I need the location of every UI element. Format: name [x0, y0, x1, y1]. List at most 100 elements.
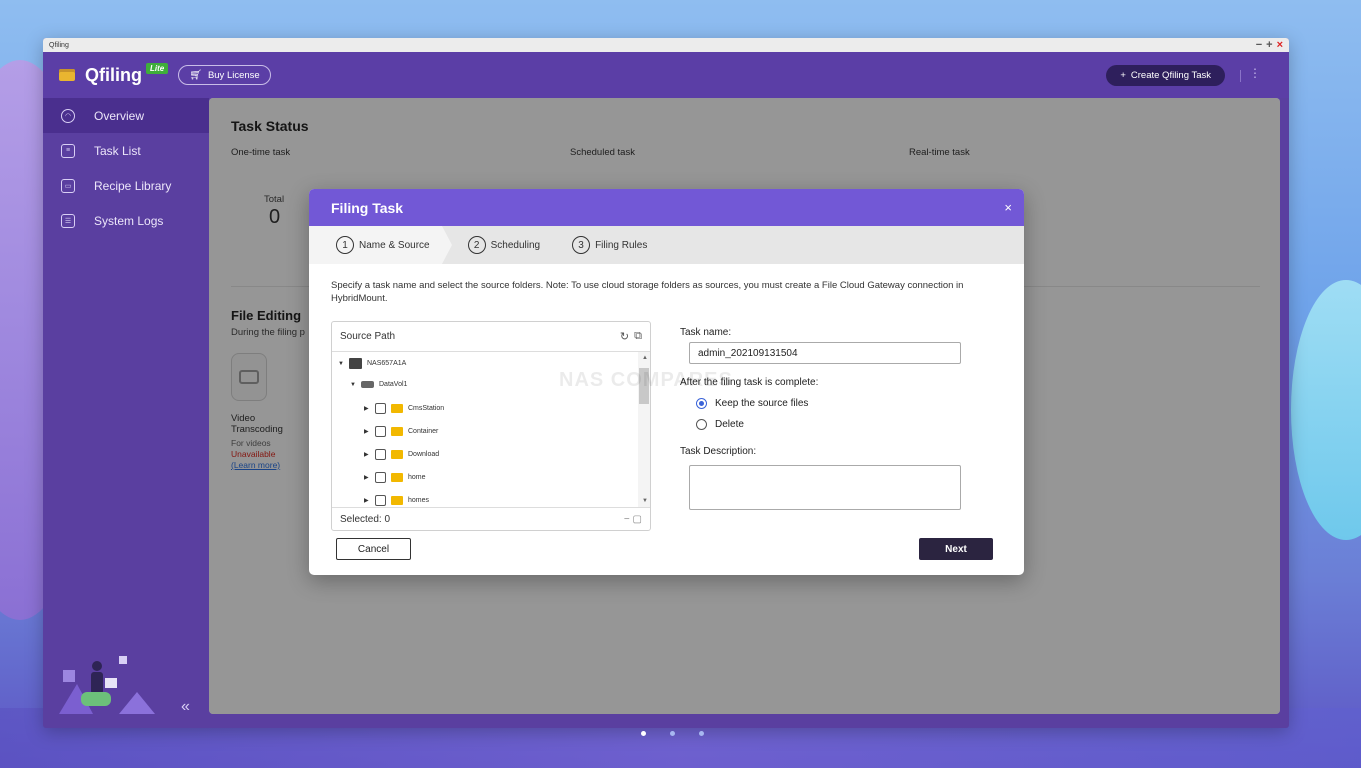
folder-icon [391, 427, 403, 436]
step-label: Scheduling [490, 239, 541, 251]
tree-node-folder[interactable]: ▶ home [364, 472, 426, 483]
filing-task-dialog: Filing Task × 1 Name & Source 2 Scheduli… [309, 189, 1024, 575]
option-label: Delete [715, 419, 744, 430]
dialog-header: Filing Task × [309, 189, 1024, 226]
source-path-panel: Source Path ↻ ⧉ ▼ NAS657A1A ▼ DataVol1 ▶ [331, 321, 651, 531]
collapse-sidebar-icon[interactable]: « [181, 698, 190, 716]
tree-node-volume[interactable]: ▼ DataVol1 [350, 381, 407, 388]
close-icon[interactable]: × [1004, 200, 1012, 215]
folder-checkbox[interactable] [375, 426, 386, 437]
folder-icon [391, 404, 403, 413]
task-name-label: Task name: [680, 327, 732, 338]
scroll-down-icon[interactable]: ▼ [642, 498, 648, 504]
refresh-icon[interactable]: ↻ [620, 330, 629, 343]
title-bar: Qfiling − + × [43, 38, 1289, 52]
caret-right-icon[interactable]: ▶ [364, 497, 370, 504]
plus-icon: + [1120, 70, 1126, 81]
tree-label: home [408, 474, 426, 481]
overview-icon: ◠ [61, 108, 75, 123]
sidebar-item-label: Recipe Library [94, 178, 172, 193]
create-task-button[interactable]: + Create Qfiling Task [1106, 65, 1225, 86]
page-indicator [641, 731, 704, 736]
folder-checkbox[interactable] [375, 449, 386, 460]
kebab-icon[interactable]: ⋮ [1249, 66, 1261, 80]
sidebar-item-task-list[interactable]: ≡ Task List [43, 133, 209, 168]
radio-button[interactable] [696, 398, 707, 409]
folder-checkbox[interactable] [375, 403, 386, 414]
tree-node-nas[interactable]: ▼ NAS657A1A [338, 358, 406, 369]
buy-license-button[interactable]: 🛒︎ Buy License [178, 65, 271, 85]
delete-option[interactable]: Delete [696, 419, 744, 430]
caret-right-icon[interactable]: ▶ [364, 428, 370, 435]
step-scheduling: 2 Scheduling [442, 226, 552, 264]
tree-node-folder[interactable]: ▶ CmsStation [364, 403, 444, 414]
step-filing-rules: 3 Filing Rules [552, 226, 659, 264]
tree-label: homes [408, 497, 430, 504]
sidebar-item-label: System Logs [94, 213, 164, 228]
nas-icon [349, 358, 362, 369]
caret-down-icon[interactable]: ▼ [338, 361, 344, 367]
header-divider [1240, 70, 1241, 82]
step-name-source: 1 Name & Source [309, 226, 452, 264]
caret-right-icon[interactable]: ▶ [364, 474, 370, 481]
sidebar: ◠ Overview ≡ Task List ▭ Recipe Library … [43, 98, 209, 728]
task-list-icon: ≡ [61, 143, 75, 158]
page-dot[interactable] [670, 731, 675, 736]
minimize-icon[interactable]: − [1256, 40, 1262, 51]
folder-icon [391, 473, 403, 482]
radio-button[interactable] [696, 419, 707, 430]
next-button[interactable]: Next [919, 538, 993, 560]
maximize-icon[interactable]: + [1266, 40, 1272, 51]
tree-node-folder[interactable]: ▶ Download [364, 449, 439, 460]
caret-right-icon[interactable]: ▶ [364, 405, 370, 412]
qfiling-logo-icon [59, 69, 75, 81]
tree-label: Download [408, 451, 440, 458]
cancel-button[interactable]: Cancel [336, 538, 411, 560]
tree-label: CmsStation [408, 405, 445, 412]
task-name-input[interactable]: admin_202109131504 [689, 342, 961, 364]
caret-down-icon[interactable]: ▼ [350, 382, 356, 388]
page-dot[interactable] [641, 731, 646, 736]
app-name: Qfiling [85, 64, 142, 85]
background-shape [1291, 280, 1361, 540]
step-number: 3 [572, 236, 591, 254]
tree-label: Container [408, 428, 439, 435]
edition-badge: Lite [146, 62, 169, 74]
recipe-library-icon: ▭ [61, 178, 75, 193]
sidebar-item-overview[interactable]: ◠ Overview [43, 98, 209, 133]
task-description-textarea[interactable] [689, 465, 961, 510]
sidebar-item-label: Task List [94, 143, 141, 158]
create-task-label: Create Qfiling Task [1130, 70, 1211, 81]
watermark: NAS COMPARES [559, 369, 733, 391]
sidebar-item-recipe-library[interactable]: ▭ Recipe Library [43, 168, 209, 203]
scroll-up-icon[interactable]: ▲ [642, 355, 648, 361]
option-label: Keep the source files [715, 398, 809, 409]
folder-checkbox[interactable] [375, 472, 386, 483]
sidebar-item-system-logs[interactable]: ☰ System Logs [43, 203, 209, 238]
window-title: Qfiling [49, 41, 69, 49]
cloud-folder-icon[interactable]: ⧉ [634, 330, 642, 343]
source-path-header: Source Path ↻ ⧉ [332, 322, 650, 352]
select-all-toggle-icon[interactable]: − ▢ [624, 514, 642, 525]
wizard-steps: 1 Name & Source 2 Scheduling 3 Filing Ru… [309, 226, 1024, 264]
dialog-title: Filing Task [331, 199, 404, 216]
system-logs-icon: ☰ [61, 213, 75, 228]
buy-license-label: Buy License [207, 69, 260, 81]
tree-node-folder[interactable]: ▶ Container [364, 426, 438, 437]
sidebar-item-label: Overview [94, 108, 145, 123]
app-header: Qfiling Lite 🛒︎ Buy License + Create Qfi… [43, 52, 1289, 98]
page-dot[interactable] [699, 731, 704, 736]
volume-icon [361, 381, 374, 388]
folder-checkbox[interactable] [375, 495, 386, 506]
step-label: Name & Source [359, 239, 430, 251]
tree-node-folder[interactable]: ▶ homes [364, 495, 429, 506]
folder-icon [391, 496, 403, 505]
keep-source-option[interactable]: Keep the source files [696, 398, 808, 409]
caret-right-icon[interactable]: ▶ [364, 451, 370, 458]
dialog-instructions: Specify a task name and select the sourc… [331, 280, 964, 304]
tree-label: DataVol1 [379, 381, 408, 388]
close-window-icon[interactable]: × [1277, 40, 1283, 51]
sidebar-illustration [59, 656, 155, 714]
tree-label: NAS657A1A [367, 360, 407, 367]
cart-icon: 🛒︎ [189, 69, 202, 81]
